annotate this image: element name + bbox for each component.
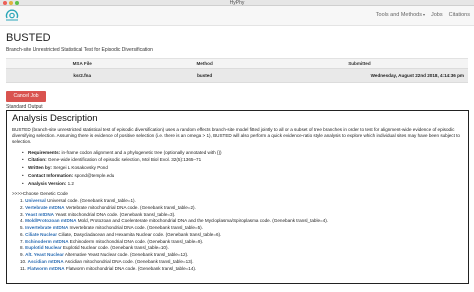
info-written-by: Written by: Sergei L Kosakovsky Pond: [22, 164, 463, 172]
option-name: Mold/Protozoan mtDNA: [25, 218, 77, 224]
column-header-msa-file: MSA File: [6, 58, 159, 69]
option-number: 9.: [20, 252, 24, 258]
option-name: Yeast mtDNA: [25, 211, 54, 217]
nav-citations[interactable]: Citations: [449, 12, 470, 18]
info-key: Citation:: [28, 157, 47, 163]
option-description: Mold, Protozoan and Coelenterate mitocho…: [77, 218, 329, 224]
info-contact: Contact Information: spond@temple.edu: [22, 172, 463, 180]
info-key: Contact Information:: [28, 173, 74, 178]
option-description: Flatworm mitochondrial DNA code. (Geneba…: [65, 265, 197, 271]
list-item[interactable]: 5. Invertebrate mtDNA Invertebrate mitoc…: [20, 225, 463, 232]
standard-output-panel[interactable]: Analysis Description BUSTED (branch-site…: [6, 110, 469, 284]
info-value: spond@temple.edu: [74, 173, 115, 178]
option-number: 6.: [20, 231, 24, 237]
list-item[interactable]: 6. Ciliate Nuclear Ciliate, Dasycladacea…: [20, 232, 463, 239]
option-description: Echinoderm mitochondrial DNA code. (Gene…: [69, 238, 204, 244]
nav-tools-and-methods[interactable]: Tools and Methods▾: [376, 12, 425, 18]
hyphy-logo-icon[interactable]: [4, 9, 20, 22]
cell-method: busted: [158, 68, 251, 83]
list-item[interactable]: 9. Alt. Yeast Nuclear Alternative Yeast …: [20, 252, 463, 259]
column-header-method: Method: [158, 58, 251, 69]
list-item[interactable]: 10. Ascidian mtDNA Ascidian mitochondria…: [20, 259, 463, 266]
option-description: Yeast mitochondrial DNA code. (Genebank …: [55, 211, 176, 217]
info-value: in-frame codon alignment and a phylogene…: [61, 149, 222, 155]
info-key: Analysis Version:: [28, 180, 67, 186]
page-subtitle: Branch-site Unrestricted Statistical Tes…: [6, 47, 153, 53]
choose-genetic-code-prompt: >>>>Choose Genetic Code: [12, 190, 68, 196]
nav-jobs[interactable]: Jobs: [431, 12, 443, 18]
column-header-submitted: Submitted: [250, 58, 468, 69]
option-name: Universal: [25, 198, 46, 204]
info-value: Gene-wide identification of episodic sel…: [47, 157, 202, 163]
list-item[interactable]: 7. Echinoderm mtDNA Echinoderm mitochond…: [20, 239, 463, 246]
list-item[interactable]: 3. Yeast mtDNA Yeast mitochondrial DNA c…: [20, 212, 463, 219]
info-requirements: Requirements: in-frame codon alignment a…: [22, 149, 463, 157]
option-name: Echinoderm mtDNA: [25, 238, 69, 244]
info-value: Sergei L Kosakovsky Pond: [53, 165, 108, 171]
cell-submitted: Wednesday, August 22nd 2018, 4:14:36 pm: [250, 68, 468, 83]
option-description: Ascidian mitochondrial DNA code. (Geneba…: [64, 258, 194, 264]
page-title: BUSTED: [6, 32, 51, 44]
option-number: 3.: [20, 211, 24, 217]
option-name: Vertebrate mtDNA: [25, 204, 65, 210]
info-value: 1.2: [67, 180, 74, 186]
option-description: Euplotid Nuclear code. (Genebank transl_…: [62, 245, 169, 251]
info-key: Requirements:: [28, 149, 61, 155]
option-number: 1.: [20, 198, 24, 204]
list-item[interactable]: 1. Universal Universal code. (Genebank t…: [20, 198, 463, 205]
table-header-row: MSA File Method Submitted: [6, 58, 468, 69]
option-description: Alternative Yeast Nuclear code. (Geneban…: [64, 252, 189, 258]
job-table: MSA File Method Submitted ksr2.fna buste…: [6, 58, 468, 83]
caret-down-icon: ▾: [422, 12, 425, 17]
list-item[interactable]: 2. Vertebrate mtDNA Vertebrate mitochond…: [20, 205, 463, 212]
option-number: 4.: [20, 218, 24, 224]
option-number: 10.: [20, 258, 27, 264]
navbar: Tools and Methods▾ Jobs Citations: [0, 6, 474, 26]
option-description: Ciliate, Dasycladacean and Hexamita Nucl…: [58, 231, 222, 237]
cancel-job-button[interactable]: Cancel Job: [6, 91, 46, 102]
option-description: Vertebrate mitochondrial DNA code. (Gene…: [65, 204, 196, 210]
list-item[interactable]: 11. Flatworm mtDNA Flatworm mitochondria…: [20, 266, 463, 273]
option-name: Invertebrate mtDNA: [25, 225, 69, 231]
option-name: Alt. Yeast Nuclear: [25, 252, 64, 258]
option-number: 11.: [20, 265, 27, 271]
option-name: Euplotid Nuclear: [25, 245, 62, 251]
info-key: Written by:: [28, 165, 52, 171]
list-item[interactable]: 4. Mold/Protozoan mtDNA Mold, Protozoan …: [20, 218, 463, 225]
option-name: Ascidian mtDNA: [27, 258, 64, 264]
info-version: Analysis Version: 1.2: [22, 180, 463, 188]
option-name: Ciliate Nuclear: [25, 231, 58, 237]
list-item[interactable]: 8. Euplotid Nuclear Euplotid Nuclear cod…: [20, 245, 463, 252]
nav-tools-label: Tools and Methods: [375, 12, 422, 18]
option-description: Universal code. (Genebank transl_table=1…: [47, 198, 136, 204]
option-description: Invertebrate mitochondrial DNA code. (Ge…: [69, 225, 203, 231]
option-number: 7.: [20, 238, 24, 244]
info-citation: Citation: Gene-wide identification of ep…: [22, 156, 463, 164]
analysis-description-text: BUSTED (branch-site unrestricted statist…: [12, 127, 460, 145]
nav-links: Tools and Methods▾ Jobs Citations: [376, 12, 470, 18]
option-number: 8.: [20, 245, 24, 251]
option-number: 2.: [20, 204, 24, 210]
analysis-info-list: Requirements: in-frame codon alignment a…: [22, 149, 463, 188]
option-number: 5.: [20, 225, 24, 231]
table-row: ksr2.fna busted Wednesday, August 22nd 2…: [6, 68, 468, 83]
genetic-code-list: 1. Universal Universal code. (Genebank t…: [20, 198, 463, 272]
cell-msa-file: ksr2.fna: [6, 68, 159, 83]
analysis-description-heading: Analysis Description: [12, 113, 98, 124]
option-name: Flatworm mtDNA: [27, 265, 65, 271]
